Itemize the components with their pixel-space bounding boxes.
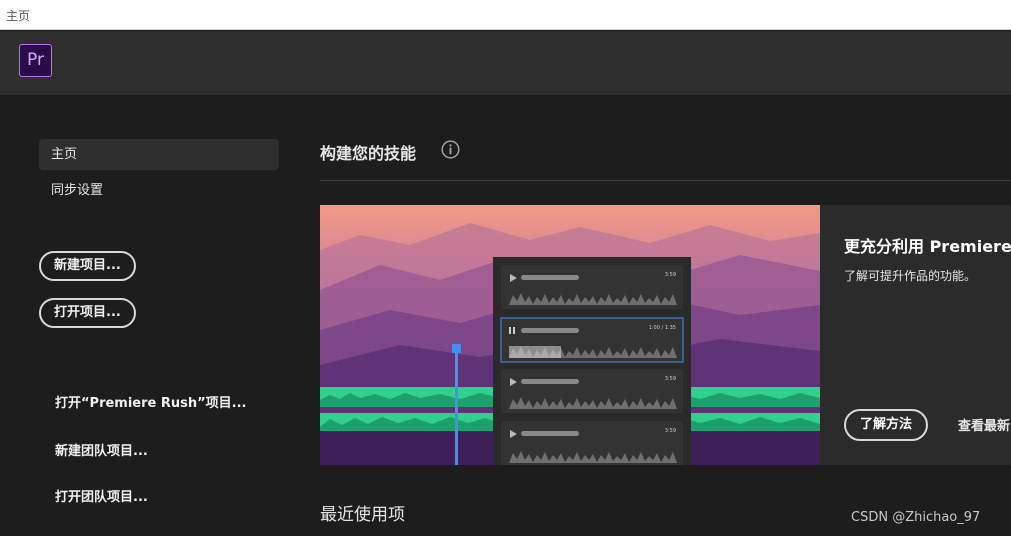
sidebar-item-sync-settings[interactable]: 同步设置 [39, 175, 279, 206]
app-header: Pr [0, 31, 1011, 95]
section-divider [320, 180, 1011, 181]
sidebar-item-home[interactable]: 主页 [39, 139, 279, 170]
new-team-project-link[interactable]: 新建团队项目... [55, 440, 148, 459]
card-description: 了解可提升作品的功能。 [844, 269, 977, 283]
learn-how-button[interactable]: 了解方法 [844, 409, 929, 441]
svg-text:1:00 / 1:35: 1:00 / 1:35 [649, 325, 676, 331]
new-project-button[interactable]: 新建项目... [39, 251, 136, 281]
window-title: 主页 [6, 9, 31, 23]
sidebar: 主页 同步设置 新建项目... 打开项目... 打开“Premiere Rush… [0, 95, 300, 536]
window-title-bar: 主页 [0, 0, 1011, 30]
open-project-button[interactable]: 打开项目... [39, 298, 136, 328]
card-title: 更充分利用 Premiere [844, 237, 1011, 256]
tutorial-illustration: 3:59 1:00 / 1:35 3:59 3:59 [320, 205, 820, 465]
skills-section-title: 构建您的技能 [320, 144, 417, 163]
open-team-project-link[interactable]: 打开团队项目... [55, 486, 148, 505]
open-rush-project-link[interactable]: 打开“Premiere Rush”项目... [55, 392, 247, 411]
svg-text:3:59: 3:59 [665, 428, 676, 434]
info-icon[interactable] [441, 140, 460, 159]
watermark: CSDN @Zhichao_97 [851, 510, 981, 525]
view-latest-link[interactable]: 查看最新 [958, 415, 1010, 434]
recent-items-title: 最近使用项 [320, 505, 405, 525]
premiere-logo: Pr [19, 44, 52, 77]
svg-text:3:59: 3:59 [665, 376, 676, 382]
tutorial-card: 3:59 1:00 / 1:35 3:59 3:59 更充分利用 Premier… [320, 205, 1011, 465]
svg-text:3:59: 3:59 [665, 272, 676, 278]
